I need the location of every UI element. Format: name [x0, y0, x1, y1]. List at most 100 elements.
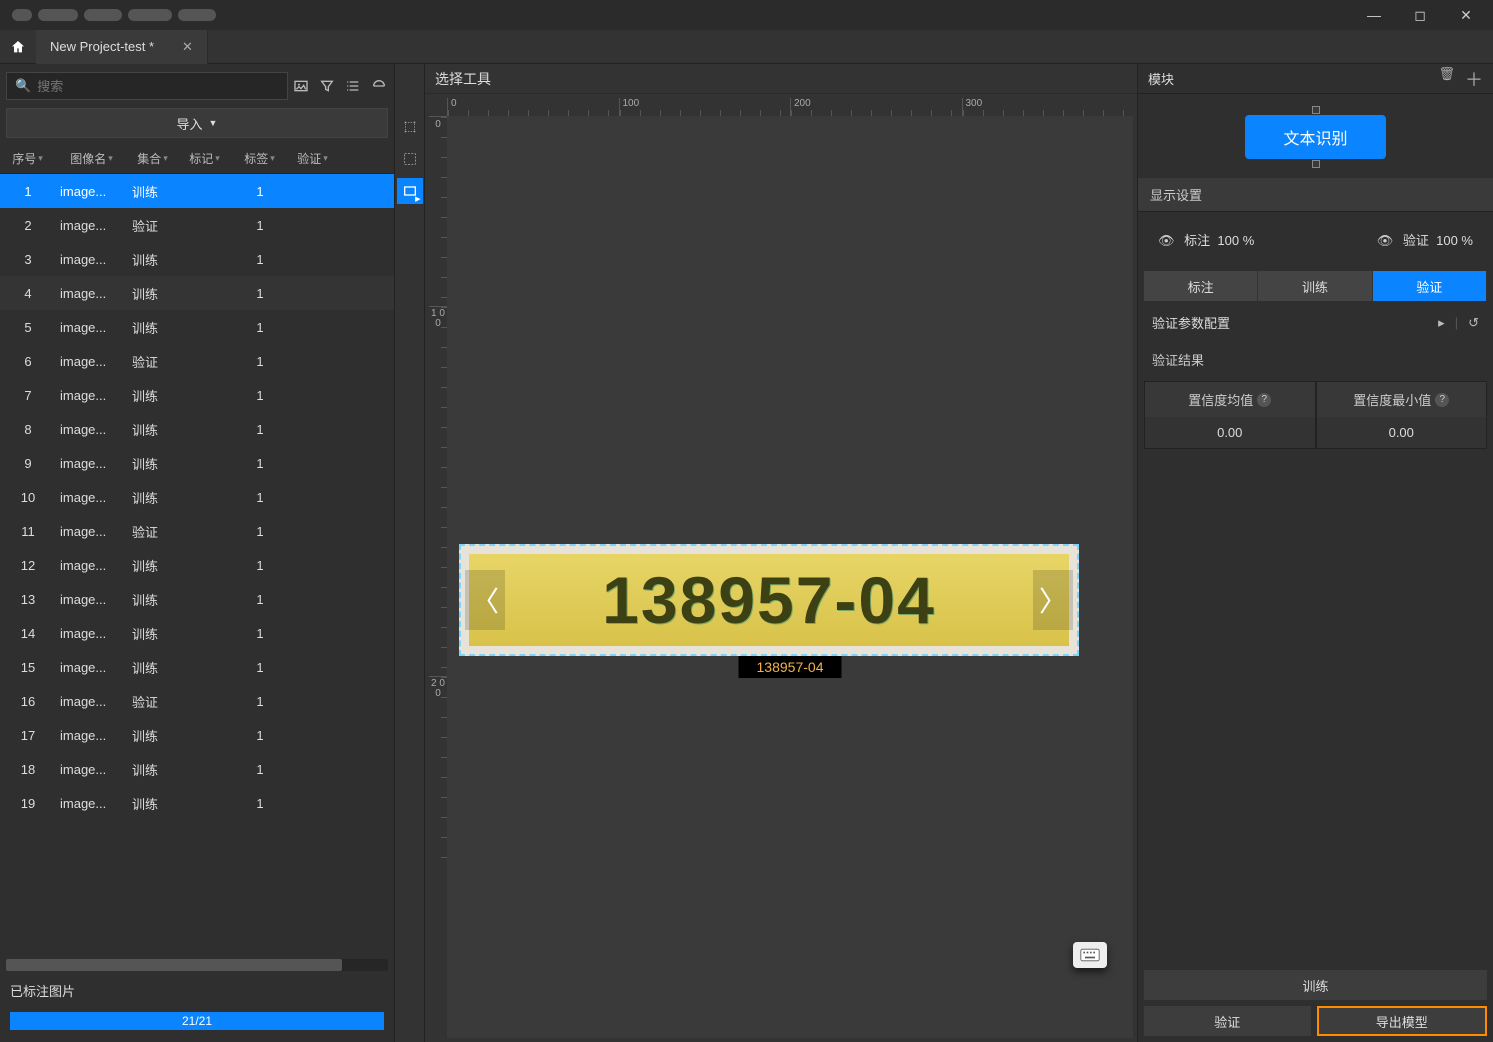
- close-button[interactable]: ✕: [1443, 0, 1489, 30]
- table-row[interactable]: 7image...训练1: [0, 378, 394, 412]
- tab-annotate[interactable]: 标注: [1144, 271, 1258, 301]
- search-input[interactable]: [37, 79, 279, 94]
- prev-image-button[interactable]: 〈: [465, 570, 505, 630]
- filter-icon[interactable]: [318, 77, 336, 95]
- rect-tool-icon[interactable]: [397, 178, 423, 204]
- tab-bar: New Project-test * ✕: [0, 30, 1493, 64]
- module-header-label: 模块: [1148, 69, 1174, 88]
- tab-title: New Project-test *: [50, 39, 154, 54]
- home-button[interactable]: [0, 30, 36, 64]
- table-row[interactable]: 16image...验证1: [0, 684, 394, 718]
- add-icon[interactable]: ＋: [1465, 66, 1483, 92]
- train-button[interactable]: 训练: [1144, 970, 1487, 1000]
- close-tab-icon[interactable]: ✕: [182, 39, 193, 55]
- table-row[interactable]: 6image...验证1: [0, 344, 394, 378]
- canvas-panel: 选择工具 0 100 200 300 0 1 0 0 2 0 0 138957-…: [425, 64, 1137, 1042]
- maximize-button[interactable]: ◻: [1397, 0, 1443, 30]
- canvas-title: 选择工具: [425, 64, 1137, 94]
- validation-result-header: 验证结果: [1138, 344, 1493, 375]
- marquee-tool-icon[interactable]: [397, 146, 423, 172]
- table-row[interactable]: 10image...训练1: [0, 480, 394, 514]
- right-panel: 模块 🗑 ＋ 文本识别 显示设置 👁 标注 100 % 👁 验证 100 % 标…: [1137, 64, 1493, 1042]
- table-row[interactable]: 17image...训练1: [0, 718, 394, 752]
- minimize-button[interactable]: —: [1351, 0, 1397, 30]
- progress-bar: 21/21: [10, 1012, 384, 1030]
- table-row[interactable]: 1image...训练1: [0, 174, 394, 208]
- canvas-area[interactable]: 138957-04 〈 〉 138957-04: [447, 116, 1133, 1038]
- keyboard-icon[interactable]: [1073, 942, 1107, 968]
- th-name[interactable]: 图像名▾: [56, 150, 128, 167]
- import-button[interactable]: 导入 ▼: [6, 108, 388, 138]
- search-icon: 🔍: [15, 78, 31, 94]
- table-row[interactable]: 18image...训练1: [0, 752, 394, 786]
- image-icon[interactable]: [292, 77, 310, 95]
- help-icon[interactable]: ?: [1435, 393, 1449, 407]
- table-row[interactable]: 9image...训练1: [0, 446, 394, 480]
- validate-button[interactable]: 验证: [1144, 1006, 1311, 1036]
- horizontal-scrollbar[interactable]: [6, 959, 388, 971]
- table-row[interactable]: 3image...训练1: [0, 242, 394, 276]
- left-panel: 🔍 导入 ▼ 序号▾ 图像名▾ 集合▾ 标记▾ 标签▾ 验证▾ 1image..…: [0, 64, 395, 1042]
- valid-visibility[interactable]: 👁 验证 100 %: [1377, 230, 1473, 249]
- module-chip[interactable]: 文本识别: [1245, 115, 1385, 159]
- history-icon[interactable]: ↺: [1468, 315, 1479, 331]
- help-icon[interactable]: ?: [1257, 393, 1271, 407]
- decorative-pill: [84, 9, 122, 21]
- dropdown-icon: ▼: [209, 118, 218, 128]
- table-row[interactable]: 2image...验证1: [0, 208, 394, 242]
- th-mark[interactable]: 标记▾: [178, 150, 232, 167]
- home-icon: [10, 39, 26, 55]
- project-tab[interactable]: New Project-test * ✕: [36, 30, 208, 64]
- annot-visibility[interactable]: 👁 标注 100 %: [1158, 230, 1254, 249]
- table-row[interactable]: 12image...训练1: [0, 548, 394, 582]
- image-preview[interactable]: 138957-04 〈 〉: [459, 544, 1079, 656]
- tab-train[interactable]: 训练: [1258, 271, 1372, 301]
- tool-strip: [395, 64, 425, 1042]
- th-set[interactable]: 集合▾: [128, 150, 178, 167]
- delete-icon[interactable]: 🗑: [1438, 66, 1455, 92]
- th-index[interactable]: 序号▾: [0, 150, 56, 167]
- table-header: 序号▾ 图像名▾ 集合▾ 标记▾ 标签▾ 验证▾: [0, 144, 394, 174]
- table-row[interactable]: 8image...训练1: [0, 412, 394, 446]
- th-valid[interactable]: 验证▾: [288, 150, 338, 167]
- validation-config-row[interactable]: 验证参数配置 ▸ | ↺: [1138, 301, 1493, 344]
- ruler-corner: [429, 98, 447, 116]
- title-bar: — ◻ ✕: [0, 0, 1493, 30]
- node-bottom-icon: [1312, 160, 1320, 168]
- grid-icon[interactable]: [370, 77, 388, 95]
- search-box[interactable]: 🔍: [6, 72, 288, 100]
- metric-avg: 置信度均值? 0.00: [1144, 381, 1316, 449]
- table-row[interactable]: 5image...训练1: [0, 310, 394, 344]
- table-row[interactable]: 4image...训练1: [0, 276, 394, 310]
- crop-tool-icon[interactable]: [397, 114, 423, 140]
- eye-icon: 👁: [1158, 233, 1175, 248]
- recognition-label: 138957-04: [739, 656, 842, 678]
- decorative-pill: [12, 9, 32, 21]
- table-row[interactable]: 14image...训练1: [0, 616, 394, 650]
- config-label: 验证参数配置: [1152, 313, 1230, 332]
- ruler-vertical: 0 1 0 0 2 0 0: [429, 116, 447, 1038]
- table-row[interactable]: 13image...训练1: [0, 582, 394, 616]
- status-label: 已标注图片: [0, 971, 394, 1006]
- eye-icon: 👁: [1377, 233, 1394, 248]
- image-text: 138957-04: [602, 562, 936, 638]
- mode-tabs: 标注 训练 验证: [1144, 271, 1487, 301]
- table-row[interactable]: 19image...训练1: [0, 786, 394, 820]
- progress-text: 21/21: [182, 1014, 212, 1028]
- table-body: 1image...训练12image...验证13image...训练14ima…: [0, 174, 394, 959]
- node-top-icon: [1312, 106, 1320, 114]
- table-row[interactable]: 15image...训练1: [0, 650, 394, 684]
- ruler-horizontal: 0 100 200 300: [447, 98, 1133, 116]
- display-settings-header: 显示设置: [1138, 178, 1493, 212]
- import-label: 导入: [177, 114, 203, 133]
- list-icon[interactable]: [344, 77, 362, 95]
- th-tag[interactable]: 标签▾: [232, 150, 288, 167]
- export-model-button[interactable]: 导出模型: [1317, 1006, 1488, 1036]
- right-panel-header: 模块 🗑 ＋: [1138, 64, 1493, 94]
- table-row[interactable]: 11image...验证1: [0, 514, 394, 548]
- next-image-button[interactable]: 〉: [1033, 570, 1073, 630]
- chevron-right-icon[interactable]: ▸: [1438, 315, 1445, 331]
- tab-validate[interactable]: 验证: [1373, 271, 1487, 301]
- decorative-pill: [178, 9, 216, 21]
- metric-min: 置信度最小值? 0.00: [1316, 381, 1488, 449]
